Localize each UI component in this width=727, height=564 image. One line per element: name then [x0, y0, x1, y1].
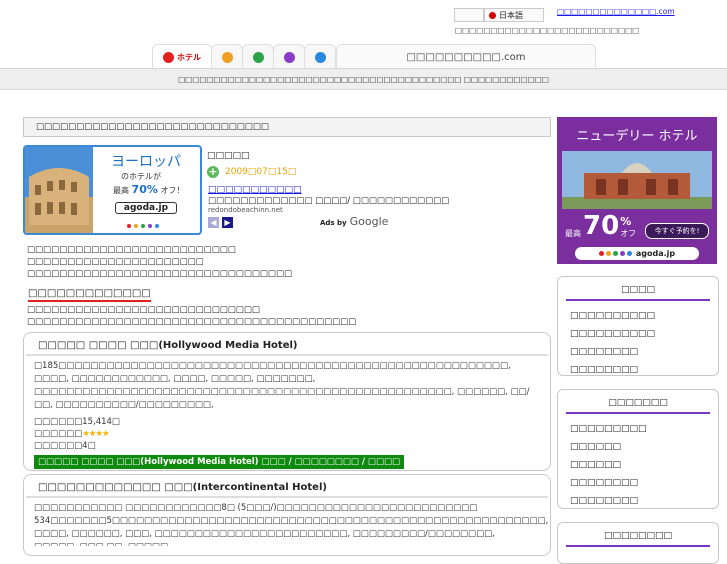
tab-green[interactable] — [242, 44, 274, 69]
sidebar-item[interactable]: □□□□□□ — [570, 456, 718, 474]
section-title: □□□□□□□□□□□□□□□□□□□□□□□□□□□□□ — [36, 122, 269, 132]
site-title: □□□□□□□□□□.com — [406, 51, 526, 63]
banner-brand-bar: agoda.jp — [575, 247, 699, 260]
hotel-description: □185□□□□□□□□□□□□□□□□□□□□□□□□□□□□□□□□□□□□… — [34, 361, 530, 410]
rating-label: □□□□□□ — [34, 429, 83, 439]
brand-dots — [127, 221, 159, 231]
sidebar-box-3: □□□□□□□□ — [557, 522, 719, 564]
sidebar-item[interactable]: □□□□□□ — [570, 438, 718, 456]
hotel-description: □□□□□□□□□□□ □□□□□□□□□□□□8□ (5□□□/)□□□□□□… — [34, 503, 549, 546]
banner-brand: agoda.jp — [635, 249, 676, 258]
blue-icon — [314, 51, 326, 63]
sidebar-box-title: □□□□□□□□ — [566, 523, 710, 547]
banner-pct-stack: % オフ — [620, 215, 636, 239]
ad-heading: ヨーロッパ — [111, 154, 181, 170]
top-tagline: □□□□□□□□□□□□□□□□□□□□□□□□□□ — [455, 26, 640, 35]
tab-blue[interactable] — [304, 44, 336, 69]
banner-off: オフ — [620, 229, 637, 238]
sidebar-item[interactable]: □□□□□□□□ — [570, 474, 718, 492]
ad-line2-pct: 70% — [131, 183, 158, 196]
tab-hotel-label: ホテル — [177, 52, 201, 62]
sponsor-url[interactable]: redondobeachinn.net — [208, 206, 283, 214]
ads-by-label: Ads by — [320, 219, 347, 227]
purple-icon — [283, 51, 295, 63]
ad-line2: 最高 70% オフ！ — [113, 183, 184, 196]
sidebar-box-title: □□□□□□□ — [566, 390, 710, 414]
top-site-link[interactable]: □□□□□□□□□□□□□□.com — [557, 7, 675, 16]
ads-by-google[interactable]: Ads by Google — [320, 215, 388, 228]
sidebar-item[interactable]: □□□□□□□□□ — [570, 420, 718, 438]
ad-line2-prefix: 最高 — [113, 186, 129, 195]
sidebar-item[interactable]: □□□□□□□□□□ — [570, 325, 718, 343]
sidebar-item[interactable]: □□□□□□□□ — [570, 492, 718, 510]
language-label: 日本語 — [499, 10, 523, 20]
tab-orange[interactable] — [211, 44, 243, 69]
language-selector[interactable]: 日本語 — [484, 8, 544, 22]
banner-pct: 70 — [583, 211, 620, 241]
hotel-card: □□□□□□□□□□□□□ □□□(Intercontinental Hotel… — [23, 474, 551, 556]
humayun-tomb-image — [562, 151, 712, 209]
sidebar-item[interactable]: □□□□□□□□ — [570, 343, 718, 361]
sponsor-link[interactable]: □□□□□□□□□□□ — [208, 185, 302, 195]
sub-title: □□□□□□□□□□□□□ — [28, 288, 151, 302]
sidebar-item[interactable]: □□□□□□□□□□ — [570, 307, 718, 325]
intro-line: □□□□□□□□□□□□□□□□□□□□□□□□□□□□□□□□□ — [27, 269, 293, 279]
banner-prefix: 最高 — [565, 229, 581, 238]
intro-text: □□□□□□□□□□□□□□□□□□□□□□□□□□ □□□□□□□□□□□□□… — [27, 244, 292, 280]
hotel-card: □□□□□ □□□□ □□□(Hollywood Media Hotel) □1… — [23, 332, 551, 471]
prev-arrow-icon[interactable]: ◀ — [208, 217, 219, 228]
plus-icon: + — [207, 165, 219, 178]
banner-title: ニューデリー ホテル — [576, 129, 698, 144]
sub-line: □□□□□□□□□□□□□□□□□□□□□□□□□□□□□□□□□□□□□□□□… — [27, 317, 357, 327]
japan-flag-icon — [489, 11, 496, 19]
next-arrow-icon[interactable]: ▶ — [222, 217, 233, 228]
agoda-europe-ad[interactable]: ヨーロッパ のホテルが 最高 70% オフ！ agoda.jp — [23, 145, 202, 235]
red-apple-icon — [163, 51, 174, 63]
banner-cta-button[interactable]: 今すぐ予約を! — [645, 223, 709, 239]
hotel-price: □□□□□□15,414□ — [34, 417, 120, 427]
intro-line: □□□□□□□□□□□□□□□□□□□□□□□□□□ — [27, 245, 236, 255]
date-row: + 2009□07□15□ — [207, 166, 296, 178]
sub-text: □□□□□□□□□□□□□□□□□□□□□□□□□□□□□ □□□□□□□□□□… — [27, 304, 356, 328]
colosseum-image — [25, 147, 93, 233]
ad-brand: agoda.jp — [115, 202, 177, 214]
agoda-new-delhi-banner[interactable]: ニューデリー ホテル 最高 70 % オフ 今すぐ予約を! agoda.jp — [557, 117, 717, 264]
sponsor-label: □□□□□ — [207, 151, 250, 161]
sidebar-box-title: □□□□ — [566, 277, 710, 301]
nav-text: □□□□□□□□□□□□□□□□□□□□□□□□□□□□□□□□□□□□□□□□… — [178, 74, 549, 84]
banner-pct-sign: % — [620, 215, 632, 228]
orange-icon — [221, 51, 233, 63]
sponsor-text: □□□□□□□□□□□□□ □□□□/ □□□□□□□□□□□□ — [208, 196, 450, 206]
hotel-rooms: □□□□□□4□ — [34, 441, 96, 451]
intro-line: □□□□□□□□□□□□□□□□□□□□□□ — [27, 257, 204, 267]
sidebar-box-1: □□□□ □□□□□□□□□□ □□□□□□□□□□ □□□□□□□□ □□□□… — [557, 276, 719, 376]
ad-line1: のホテルが — [121, 172, 161, 181]
star-rating-icon: ★★★★ — [82, 429, 110, 439]
sub-line: □□□□□□□□□□□□□□□□□□□□□□□□□□□□□ — [27, 305, 260, 315]
lang-spacer — [454, 8, 484, 22]
site-title-tab: □□□□□□□□□□.com — [336, 44, 596, 69]
ad-line2-suffix: オフ！ — [160, 186, 185, 195]
sidebar-box-2: □□□□□□□ □□□□□□□□□ □□□□□□ □□□□□□ □□□□□□□□… — [557, 389, 719, 509]
tab-hotel[interactable]: ホテル — [152, 44, 212, 69]
hotel-title[interactable]: □□□□□ □□□□ □□□(Hollywood Media Hotel) — [26, 333, 548, 356]
section-title-bar: □□□□□□□□□□□□□□□□□□□□□□□□□□□□□ — [23, 117, 551, 137]
hotel-rating: □□□□□□★★★★ — [24, 428, 550, 440]
hotel-title[interactable]: □□□□□□□□□□□□□ □□□(Intercontinental Hotel… — [26, 475, 548, 498]
banner-offer: 最高 70 % オフ — [565, 213, 636, 239]
google-wordmark: Google — [349, 215, 389, 228]
green-icon — [252, 51, 264, 63]
post-date: 2009□07□15□ — [225, 167, 297, 177]
tab-purple[interactable] — [273, 44, 305, 69]
nav-bar: □□□□□□□□□□□□□□□□□□□□□□□□□□□□□□□□□□□□□□□□… — [0, 68, 727, 90]
sidebar-item[interactable]: □□□□□□□□ — [570, 361, 718, 379]
hotel-booking-bar[interactable]: □□□□□ □□□□ □□□(Hollywood Media Hotel) □□… — [34, 455, 405, 469]
